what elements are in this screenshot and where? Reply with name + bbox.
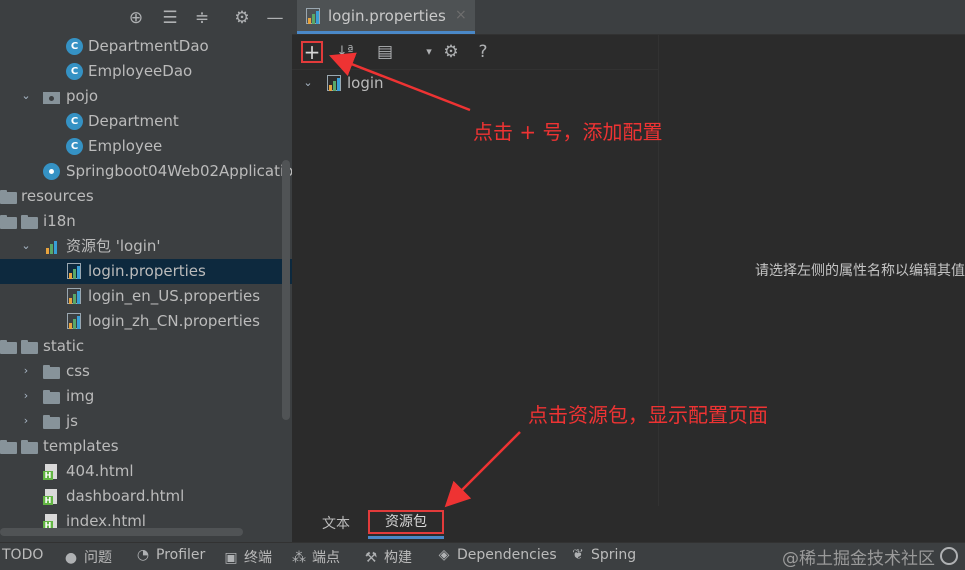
hammer-icon: ⚒: [364, 550, 378, 566]
status-item-endpoints[interactable]: ⁂ 端点: [292, 547, 340, 567]
tool-window-bar: TODO ● 问题 ◔ Profiler ▣ 终端 ⁂ 端点 ⚒ 构建 ◈ Dependen…: [0, 542, 965, 570]
status-item-label: 问题: [84, 550, 112, 566]
endpoints-icon: ⁂: [292, 550, 306, 566]
status-item-profiler[interactable]: ◔ Profiler: [136, 547, 205, 563]
watermark: @稀土掘金技术社区: [782, 549, 935, 569]
event-log-icon[interactable]: [940, 547, 958, 565]
profiler-icon: ◔: [136, 547, 150, 563]
status-item-spring[interactable]: ❦ Spring: [571, 547, 636, 563]
spring-icon: ❦: [572, 547, 584, 563]
dependencies-icon: ◈: [438, 547, 450, 563]
status-item-terminal[interactable]: ▣ 终端: [224, 547, 272, 567]
status-item-label: TODO: [2, 547, 44, 563]
status-item-build[interactable]: ⚒ 构建: [364, 547, 412, 567]
status-item-problems[interactable]: ● 问题: [64, 547, 112, 567]
status-item-label: Profiler: [156, 547, 206, 563]
status-item-todo[interactable]: TODO: [2, 547, 43, 563]
status-item-dependencies[interactable]: ◈ Dependencies: [437, 547, 557, 563]
status-item-label: Spring: [591, 547, 637, 563]
status-item-label: 构建: [384, 550, 412, 566]
problems-icon: ●: [64, 550, 78, 566]
arrow-to-bundle-tab: [444, 431, 521, 508]
arrow-to-add-button: [329, 52, 471, 112]
annotation-add-hint: 点击 + 号，添加配置: [473, 120, 663, 144]
annotation-arrows: [329, 52, 521, 508]
status-item-label: Dependencies: [457, 547, 557, 563]
status-item-label: 终端: [244, 550, 272, 566]
annotation-bundle-hint: 点击资源包，显示配置页面: [528, 403, 768, 427]
status-item-label: 端点: [312, 550, 340, 566]
terminal-icon: ▣: [224, 550, 238, 566]
